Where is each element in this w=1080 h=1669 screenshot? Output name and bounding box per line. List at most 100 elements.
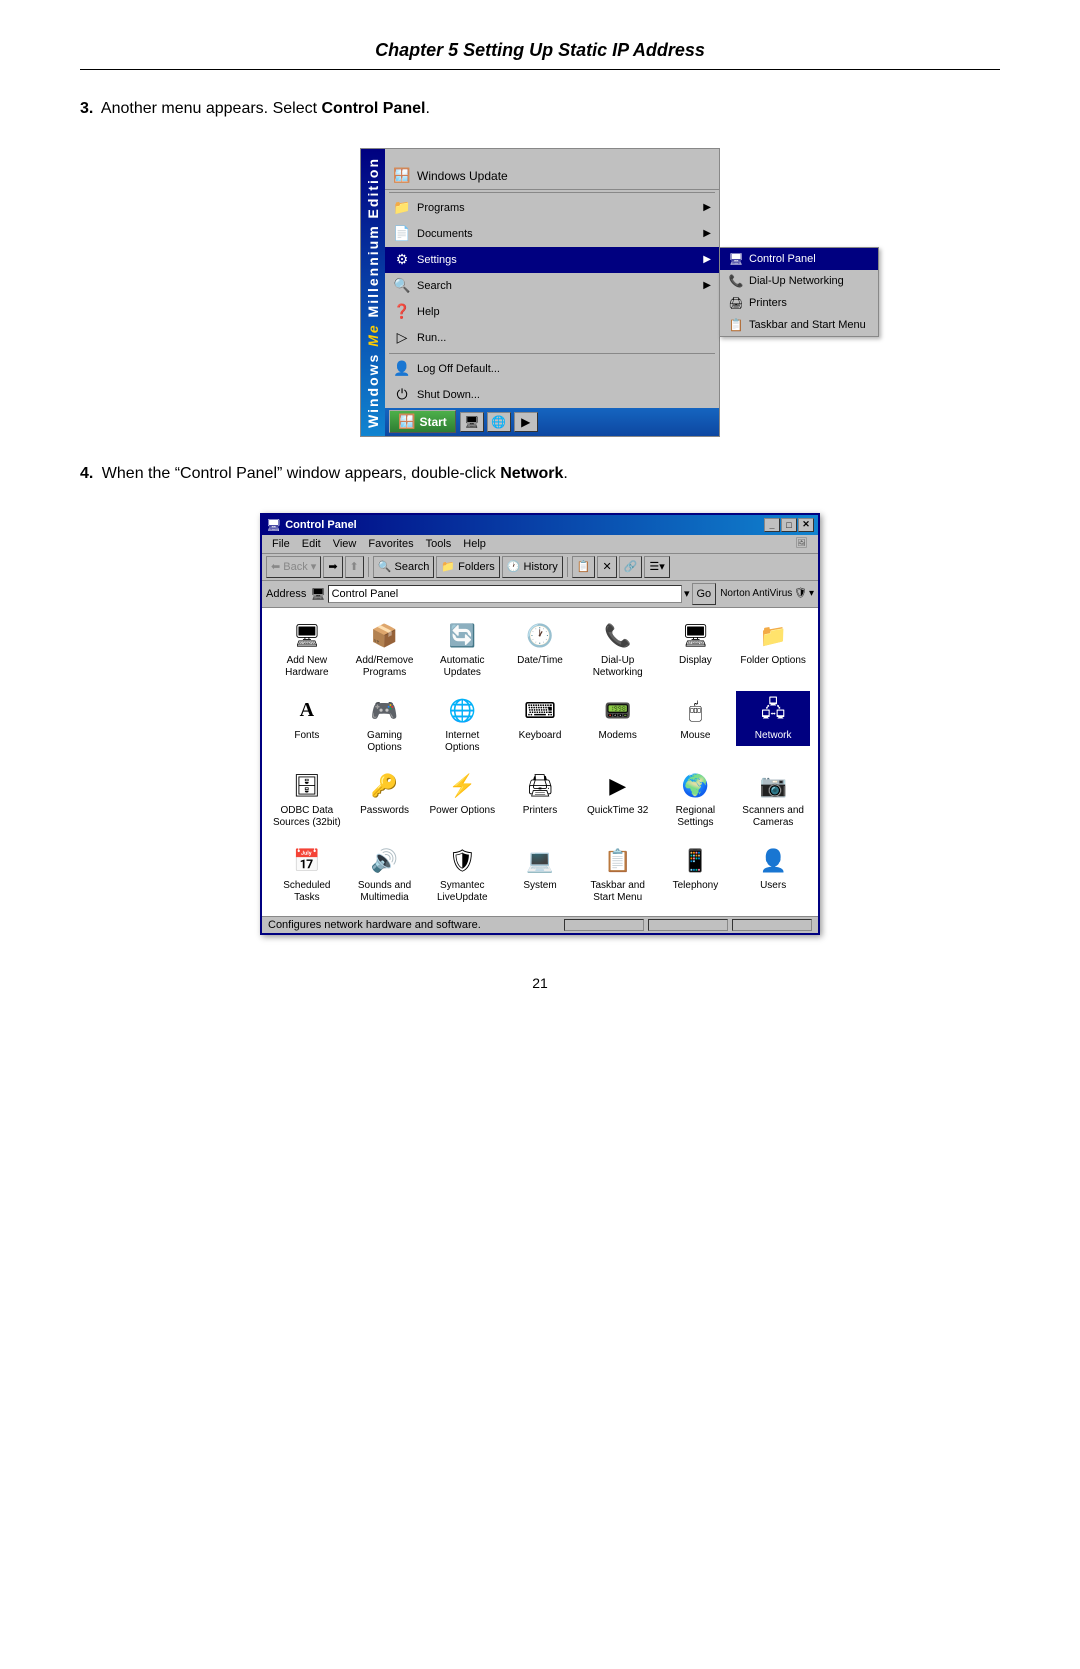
menu-file[interactable]: File [266, 536, 296, 552]
startmenu-item-programs[interactable]: 📁 Programs ▶ [385, 195, 719, 221]
cp-titlebar-title: Control Panel [285, 519, 764, 531]
startmenu-item-search[interactable]: 🔍 Search ▶ [385, 273, 719, 299]
cp-item-regional[interactable]: 🌍 Regional Settings [659, 766, 733, 833]
cp-item-sounds[interactable]: 🔊 Sounds and Multimedia [348, 841, 422, 908]
cp-item-automatic-updates[interactable]: 🔄 Automatic Updates [425, 616, 499, 683]
cp-item-quicktime[interactable]: ▶ QuickTime 32 [581, 766, 655, 821]
cp-statusbar: Configures network hardware and software… [262, 916, 818, 933]
cp-item-printers[interactable]: 🖨 Printers [503, 766, 577, 821]
folders-button[interactable]: 📁 Folders [436, 556, 499, 578]
documents-arrow: ▶ [703, 228, 711, 239]
menu-help[interactable]: Help [457, 536, 492, 552]
step-3: 3. Another menu appears. Select Control … [80, 100, 1000, 118]
go-button[interactable]: Go [692, 583, 717, 605]
taskbar-item-2[interactable]: 🌐 [487, 412, 511, 432]
startmenu-item-logoff[interactable]: 👤 Log Off Default... [385, 356, 719, 382]
close-button[interactable]: ✕ [798, 518, 814, 532]
add-hardware-icon: 🖥 [291, 620, 323, 652]
toolbar-icon-2[interactable]: ✕ [597, 556, 616, 578]
cp-item-system[interactable]: 💻 System [503, 841, 577, 896]
taskbar-item-3[interactable]: ▶ [514, 412, 538, 432]
cp-item-scheduled-tasks[interactable]: 📅 Scheduled Tasks [270, 841, 344, 908]
history-button[interactable]: 🕐 History [502, 556, 563, 578]
menu-view[interactable]: View [327, 536, 363, 552]
search-arrow: ▶ [703, 280, 711, 291]
cp-item-folder-options[interactable]: 📁 Folder Options [736, 616, 810, 671]
users-icon: 👤 [757, 845, 789, 877]
cp-item-scanners[interactable]: 📷 Scanners and Cameras [736, 766, 810, 833]
programs-icon: 📁 [393, 199, 411, 217]
cp-item-passwords[interactable]: 🔑 Passwords [348, 766, 422, 821]
menu-extra: 🖼 [789, 536, 814, 552]
cp-item-fonts[interactable]: A Fonts [270, 691, 344, 746]
keyboard-icon: ⌨ [524, 695, 556, 727]
back-button[interactable]: ⬅ Back ▾ [266, 556, 321, 578]
menu-favorites[interactable]: Favorites [362, 536, 419, 552]
cp-item-symantec[interactable]: 🛡 Symantec LiveUpdate [425, 841, 499, 908]
cp-item-power[interactable]: ⚡ Power Options [425, 766, 499, 821]
add-remove-programs-icon: 📦 [369, 620, 401, 652]
toolbar-icon-3[interactable]: 🔗 [619, 556, 643, 578]
maximize-button[interactable]: □ [781, 518, 797, 532]
windows-update-label: Windows Update [417, 169, 508, 183]
cp-item-odbc[interactable]: 🗄 ODBC Data Sources (32bit) [270, 766, 344, 833]
step-4-number: 4. [80, 465, 93, 482]
minimize-button[interactable]: _ [764, 518, 780, 532]
cp-item-display[interactable]: 🖥 Display [659, 616, 733, 671]
menu-edit[interactable]: Edit [296, 536, 327, 552]
cp-titlebar-icon: 🖥 [266, 518, 281, 532]
toolbar-icon-1[interactable]: 📋 [572, 556, 596, 578]
settings-icon: ⚙ [393, 251, 411, 269]
startmenu-item-run[interactable]: ▷ Run... [385, 325, 719, 351]
startmenu-windows-update[interactable]: 🪟 Windows Update [385, 161, 719, 190]
submenu-control-panel[interactable]: 🖥 Control Panel [720, 248, 878, 270]
cp-item-keyboard[interactable]: ⌨ Keyboard [503, 691, 577, 746]
folder-options-icon: 📁 [757, 620, 789, 652]
cp-item-datetime[interactable]: 🕐 Date/Time [503, 616, 577, 671]
cp-item-internet-options[interactable]: 🌐 Internet Options [425, 691, 499, 758]
submenu-printers[interactable]: 🖨 Printers [720, 292, 878, 314]
cp-item-network[interactable]: 🖧 Network [736, 691, 810, 746]
address-input[interactable]: Control Panel [328, 585, 682, 603]
cp-item-add-hardware[interactable]: 🖥 Add New Hardware [270, 616, 344, 683]
cp-item-taskbar-startmenu[interactable]: 📋 Taskbar and Start Menu [581, 841, 655, 908]
cp-item-telephony[interactable]: 📱 Telephony [659, 841, 733, 896]
logoff-icon: 👤 [393, 360, 411, 378]
step-3-number: 3. [80, 100, 93, 117]
cp-statusbar-section-1 [564, 919, 644, 931]
forward-button[interactable]: ➡ [323, 556, 342, 578]
startmenu-divider-1 [389, 192, 715, 193]
toolbar-view[interactable]: ☰▾ [644, 556, 669, 578]
taskbar-items: 🖥 🌐 ▶ [460, 412, 538, 432]
menu-tools[interactable]: Tools [420, 536, 458, 552]
startmenu-item-help[interactable]: ❓ Help [385, 299, 719, 325]
startmenu-item-shutdown[interactable]: ⏻ Shut Down... [385, 382, 719, 408]
dialup-icon: 📞 [728, 273, 744, 289]
norton-antivirus: Norton AntiVirus 🛡 ▾ [720, 588, 814, 599]
documents-icon: 📄 [393, 225, 411, 243]
taskbar-item-1[interactable]: 🖥 [460, 412, 484, 432]
search-icon: 🔍 [393, 277, 411, 295]
printers-cp-icon: 🖨 [524, 770, 556, 802]
cp-item-add-remove-programs[interactable]: 📦 Add/Remove Programs [348, 616, 422, 683]
up-button[interactable]: ⬆ [345, 556, 364, 578]
submenu-dialup-networking[interactable]: 📞 Dial-Up Networking [720, 270, 878, 292]
submenu-taskbar[interactable]: 📋 Taskbar and Start Menu [720, 314, 878, 336]
cp-statusbar-text: Configures network hardware and software… [268, 919, 560, 931]
cp-item-modems[interactable]: 📟 Modems [581, 691, 655, 746]
search-button[interactable]: 🔍 Search [373, 556, 435, 578]
system-icon: 💻 [524, 845, 556, 877]
cp-item-users[interactable]: 👤 Users [736, 841, 810, 896]
cp-toolbar: ⬅ Back ▾ ➡ ⬆ 🔍 Search 📁 Folders 🕐 Histor… [262, 554, 818, 581]
start-button[interactable]: 🪟 Start [389, 410, 456, 433]
cp-item-gaming[interactable]: 🎮 Gaming Options [348, 691, 422, 758]
cp-item-dialup[interactable]: 📞 Dial-Up Networking [581, 616, 655, 683]
startmenu-item-settings[interactable]: ⚙ Settings ▶ [385, 247, 719, 273]
step-4: 4. When the “Control Panel” window appea… [80, 465, 1000, 483]
cp-item-mouse[interactable]: 🖱 Mouse [659, 691, 733, 746]
windows-update-icon: 🪟 [393, 167, 411, 185]
controlpanel-screenshot: 🖥 Control Panel _ □ ✕ File Edit View Fav… [80, 513, 1000, 935]
startmenu-item-documents[interactable]: 📄 Documents ▶ [385, 221, 719, 247]
cp-titlebar: 🖥 Control Panel _ □ ✕ [262, 515, 818, 535]
step-4-text: When the “Control Panel” window appears,… [102, 465, 568, 482]
